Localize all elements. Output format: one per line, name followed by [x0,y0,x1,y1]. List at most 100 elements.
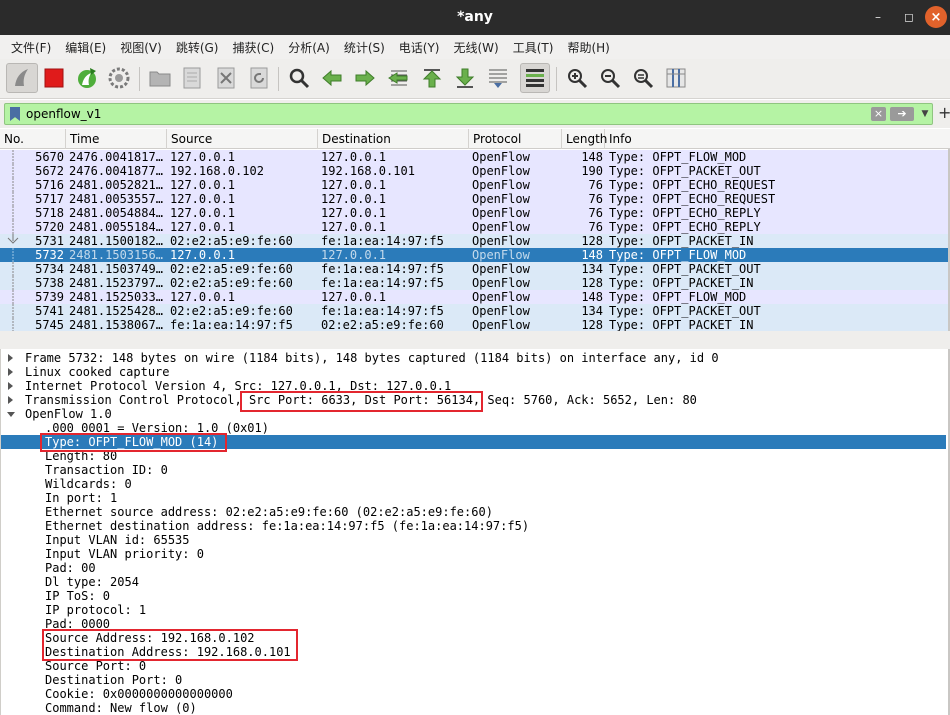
reload-file-icon[interactable] [244,63,274,93]
minimize-button[interactable]: – [867,6,889,28]
expand-arrow-icon[interactable] [8,382,13,390]
column-header-length[interactable]: Length [562,129,607,149]
tree-row-openflow-field[interactable]: Command: New flow (0) [0,701,946,715]
tree-row-frame[interactable]: Frame 5732: 148 bytes on wire (1184 bits… [0,351,946,365]
start-capture-shark-fin-icon[interactable] [6,63,38,93]
pane-splitter[interactable] [0,331,950,349]
open-file-folder-icon[interactable] [145,63,175,93]
tree-row-openflow-field[interactable]: Destination Port: 0 [0,673,946,687]
tree-row-openflow-field[interactable]: .000 0001 = Version: 1.0 (0x01) [0,421,946,435]
save-file-icon[interactable] [177,63,207,93]
packet-row[interactable]: 5741 2481.1525428… 02:e2:a5:e9:fe:60 fe:1a:… [0,304,948,318]
collapse-arrow-icon[interactable] [7,412,15,417]
menu-view[interactable]: 视图(V) [113,39,169,56]
tree-row-openflow-field[interactable]: Ethernet source address: 02:e2:a5:e9:fe:… [0,505,946,519]
go-forward-arrow-icon[interactable] [350,63,380,93]
packet-row[interactable]: 5716 2481.0052821… 127.0.0.1 127.0.0.1 OpenF… [0,178,948,192]
packet-cell-no: 5672 [35,164,64,178]
column-header-destination[interactable]: Destination [318,129,469,149]
zoom-out-icon[interactable] [595,63,625,93]
menu-go[interactable]: 跳转(G) [169,39,226,56]
tree-row-openflow-field[interactable]: Input VLAN id: 65535 [0,533,946,547]
tree-row-tcp[interactable]: Transmission Control Protocol, Src Port:… [0,393,946,407]
packet-row[interactable]: 5739 2481.1525033… 127.0.0.1 127.0.0.1 OpenF… [0,290,948,304]
tree-row-linux-cooked[interactable]: Linux cooked capture [0,365,946,379]
expand-arrow-icon[interactable] [8,354,13,362]
clear-filter-icon[interactable]: × [871,107,886,121]
add-filter-button-plus-icon[interactable]: + [938,104,950,122]
menu-help[interactable]: 帮助(H) [560,39,616,56]
tree-row-openflow-field[interactable]: Pad: 00 [0,561,946,575]
normal-size-icon[interactable] [628,63,658,93]
bookmark-icon[interactable] [10,107,20,121]
menu-capture[interactable]: 捕获(C) [225,39,281,56]
packet-row[interactable]: 5745 2481.1538067… fe:1a:ea:14:97:f5 02:e2:… [0,318,948,331]
tree-row-openflow-field[interactable]: Source Address: 192.168.0.102 [0,631,946,645]
packet-row[interactable]: 5717 2481.0053557… 127.0.0.1 127.0.0.1 OpenF… [0,192,948,206]
resize-columns-icon[interactable] [661,63,691,93]
menu-file[interactable]: 文件(F) [4,39,58,56]
field-text: Dl type: 2054 [45,575,139,589]
column-header-protocol[interactable]: Protocol [469,129,562,149]
menu-wireless[interactable]: 无线(W) [447,39,506,56]
menu-telephony[interactable]: 电话(Y) [392,39,447,56]
column-header-time[interactable]: Time [66,129,167,149]
packet-row[interactable]: 5670 2476.0041817… 127.0.0.1 127.0.0.1 OpenF… [0,150,948,164]
menu-tools[interactable]: 工具(T) [506,39,561,56]
restart-capture-icon[interactable] [72,63,102,93]
apply-filter-arrow-icon[interactable]: ➔ [890,107,914,121]
close-file-icon[interactable] [211,63,241,93]
tree-row-openflow-field[interactable]: Wildcards: 0 [0,477,946,491]
field-text: IP ToS: 0 [45,589,111,603]
packet-row[interactable]: 5734 2481.1503749… 02:e2:a5:e9:fe:60 fe:1a:… [0,262,948,276]
packet-row[interactable]: 5732 2481.1503156… 127.0.0.1 127.0.0.1 OpenF… [0,248,948,262]
field-text: Ethernet destination address: fe:1a:ea:1… [45,519,530,533]
tree-row-openflow-field[interactable]: Destination Address: 192.168.0.101 [0,645,946,659]
menu-statistics[interactable]: 统计(S) [337,39,392,56]
go-to-last-packet-icon[interactable] [450,63,480,93]
filter-history-chevron-down-icon[interactable]: ▼ [919,107,931,121]
go-back-arrow-icon[interactable] [317,63,347,93]
go-to-packet-icon[interactable] [384,63,414,93]
expand-arrow-icon[interactable] [8,396,13,404]
main-toolbar [0,59,950,99]
tree-row-openflow-field[interactable]: Length: 80 [0,449,946,463]
packet-row[interactable]: 5718 2481.0054884… 127.0.0.1 127.0.0.1 OpenF… [0,206,948,220]
tree-row-openflow-field[interactable]: Transaction ID: 0 [0,463,946,477]
tree-row-openflow-field[interactable]: Ethernet destination address: fe:1a:ea:1… [0,519,946,533]
tree-row-openflow-field[interactable]: Source Port: 0 [0,659,946,673]
tree-row-openflow-field[interactable]: Pad: 0000 [0,617,946,631]
maximize-button[interactable]: ◻ [898,6,920,28]
packet-row[interactable]: 5672 2476.0041877… 192.168.0.102 192.168.0.… [0,164,948,178]
close-button[interactable]: × [925,6,947,28]
capture-options-gear-icon[interactable] [104,63,134,93]
tree-row-ipv4[interactable]: Internet Protocol Version 4, Src: 127.0.… [0,379,946,393]
tree-row-openflow-field[interactable]: In port: 1 [0,491,946,505]
auto-scroll-icon[interactable] [483,63,513,93]
packet-row[interactable]: 5731 2481.1500182… 02:e2:a5:e9:fe:60 fe:1a:… [0,234,948,248]
go-to-first-packet-icon[interactable] [417,63,447,93]
packet-cell-info: Type: OFPT_FLOW_MOD [609,290,747,304]
column-header-info[interactable]: Info [605,129,950,149]
tree-row-openflow-field[interactable]: IP ToS: 0 [0,589,946,603]
zoom-in-icon[interactable] [562,63,592,93]
packet-cell-src: 02:e2:a5:e9:fe:60 [170,262,293,276]
tree-row-openflow-field[interactable]: Type: OFPT_FLOW_MOD (14) [0,435,946,449]
packet-row[interactable]: 5738 2481.1523797… 02:e2:a5:e9:fe:60 fe:1a:… [0,276,948,290]
menu-analyze[interactable]: 分析(A) [281,39,337,56]
tree-row-openflow[interactable]: OpenFlow 1.0 [0,407,946,421]
tree-row-openflow-field[interactable]: Cookie: 0x0000000000000000 [0,687,946,701]
menu-edit[interactable]: 编辑(E) [58,39,113,56]
packet-cell-src: fe:1a:ea:14:97:f5 [170,318,293,331]
column-header-source[interactable]: Source [167,129,318,149]
tree-row-openflow-field[interactable]: Dl type: 2054 [0,575,946,589]
stop-capture-icon[interactable] [39,63,69,93]
colorize-packet-list-icon[interactable] [520,63,550,93]
tree-row-openflow-field[interactable]: Input VLAN priority: 0 [0,547,946,561]
packet-row[interactable]: 5720 2481.0055184… 127.0.0.1 127.0.0.1 OpenF… [0,220,948,234]
tree-row-openflow-field[interactable]: IP protocol: 1 [0,603,946,617]
find-packet-magnifier-icon[interactable] [284,63,314,93]
display-filter-input[interactable] [26,106,846,122]
expand-arrow-icon[interactable] [8,368,13,376]
column-header-no[interactable]: No. [0,129,66,149]
